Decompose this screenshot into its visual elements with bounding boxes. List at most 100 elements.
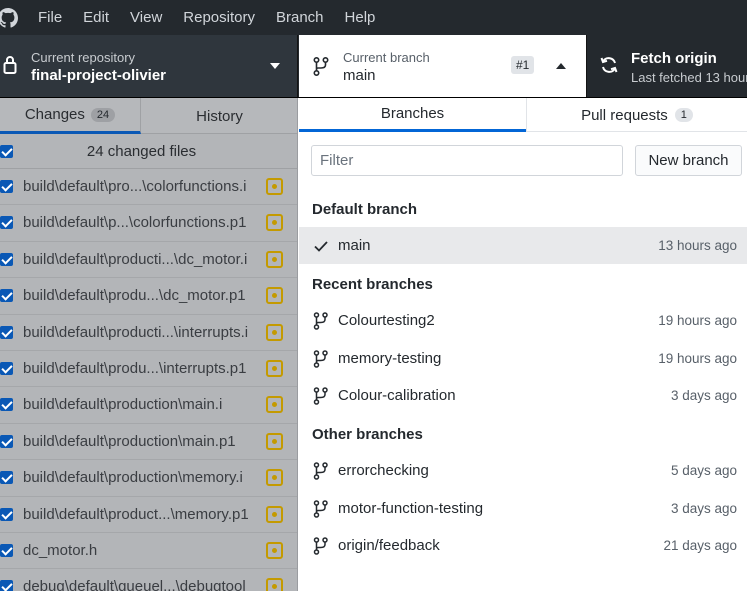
file-include-checkbox[interactable] bbox=[0, 289, 13, 303]
file-include-checkbox[interactable] bbox=[0, 580, 13, 591]
changed-file-row[interactable]: build\default\producti...\dc_motor.i bbox=[0, 242, 297, 279]
tab-branches[interactable]: Branches bbox=[299, 98, 526, 132]
changed-file-row[interactable]: build\default\produ...\dc_motor.p1 bbox=[0, 278, 297, 315]
file-modified-icon bbox=[266, 287, 283, 305]
menu-view[interactable]: View bbox=[130, 9, 162, 26]
fetch-origin-label: Fetch origin bbox=[631, 50, 717, 67]
pull-request-number-badge: #1 bbox=[511, 56, 535, 74]
tab-changes[interactable]: Changes 24 bbox=[0, 98, 141, 134]
current-branch-button[interactable]: Current branch main #1 bbox=[299, 35, 586, 97]
branch-name: Colourtesting2 bbox=[338, 312, 435, 329]
branch-name: origin/feedback bbox=[338, 537, 440, 554]
changed-file-row[interactable]: build\default\producti...\interrupts.i bbox=[0, 315, 297, 351]
changed-file-path: build\default\pro...\colorfunctions.i bbox=[23, 178, 247, 195]
branch-item[interactable]: memory-testing 19 hours ago bbox=[299, 340, 747, 377]
changed-file-row[interactable]: build\default\product...\memory.p1 bbox=[0, 497, 297, 533]
branch-name: Colour-calibration bbox=[338, 387, 456, 404]
branch-last-updated: 3 days ago bbox=[670, 500, 737, 516]
other-branches-heading: Other branches bbox=[312, 426, 423, 443]
changed-file-row[interactable]: build\default\pro...\colorfunctions.i bbox=[0, 169, 297, 206]
branch-item[interactable]: motor-function-testing 3 days ago bbox=[299, 490, 747, 527]
tab-history[interactable]: History bbox=[141, 98, 297, 134]
file-include-checkbox[interactable] bbox=[0, 398, 13, 412]
current-branch-label: Current branch bbox=[343, 50, 430, 65]
branch-name: errorchecking bbox=[338, 462, 429, 479]
file-modified-icon bbox=[266, 469, 283, 487]
last-fetched-text: Last fetched 13 hours ago bbox=[631, 70, 747, 85]
toolbar: Current repository final-project-olivier… bbox=[0, 35, 747, 98]
lock-icon bbox=[3, 56, 17, 74]
changed-files-list: build\default\pro...\colorfunctions.i bui… bbox=[0, 169, 297, 591]
git-branch-icon bbox=[313, 387, 328, 405]
changed-file-row[interactable]: debug\default\queuel...\debugtool bbox=[0, 569, 297, 591]
file-modified-icon bbox=[266, 323, 283, 341]
file-modified-icon bbox=[266, 359, 283, 377]
menu-edit[interactable]: Edit bbox=[83, 9, 109, 26]
menu-repository[interactable]: Repository bbox=[183, 9, 255, 26]
file-modified-icon bbox=[266, 432, 283, 450]
branch-last-updated: 5 days ago bbox=[670, 463, 737, 478]
git-branch-icon bbox=[313, 349, 328, 368]
file-include-checkbox[interactable] bbox=[0, 252, 13, 266]
branch-item[interactable]: origin/feedback 21 days ago bbox=[299, 527, 747, 564]
file-include-checkbox[interactable] bbox=[0, 507, 13, 521]
changed-file-path: build\default\producti...\interrupts.i bbox=[23, 323, 249, 341]
changes-pane-tabs: Changes 24 History bbox=[0, 98, 297, 134]
file-modified-icon bbox=[266, 578, 283, 591]
file-modified-icon bbox=[266, 214, 283, 232]
menu-branch[interactable]: Branch bbox=[276, 9, 324, 26]
file-include-checkbox[interactable] bbox=[0, 325, 13, 339]
changed-file-row[interactable]: build\default\produ...\interrupts.p1 bbox=[0, 351, 297, 388]
tab-branches-label: Branches bbox=[380, 105, 445, 122]
git-branch-icon bbox=[313, 499, 328, 518]
branch-last-updated: 21 days ago bbox=[663, 538, 737, 553]
file-include-checkbox[interactable] bbox=[0, 434, 13, 448]
pull-requests-count-badge: 1 bbox=[674, 108, 693, 122]
current-repository-value: final-project-olivier bbox=[31, 67, 167, 84]
file-modified-icon bbox=[266, 541, 283, 559]
tab-history-label: History bbox=[196, 107, 243, 125]
changes-pane: Changes 24 History 24 changed files buil… bbox=[0, 98, 298, 591]
changed-file-row[interactable]: build\default\production\memory.i bbox=[0, 460, 297, 497]
git-branch-icon bbox=[313, 537, 328, 555]
git-branch-icon bbox=[313, 57, 329, 76]
changed-file-path: build\default\producti...\dc_motor.i bbox=[23, 250, 248, 268]
changed-file-row[interactable]: dc_motor.h bbox=[0, 533, 297, 570]
branch-item-selected[interactable]: main 13 hours ago bbox=[299, 227, 747, 264]
branch-dropdown: Branches Pull requests 1 New branch Defa… bbox=[299, 98, 747, 591]
file-modified-icon bbox=[266, 505, 283, 523]
file-include-checkbox[interactable] bbox=[0, 216, 13, 230]
branch-last-updated: 13 hours ago bbox=[658, 238, 737, 253]
tab-pull-requests[interactable]: Pull requests 1 bbox=[526, 98, 747, 132]
current-repository-label: Current repository bbox=[31, 50, 136, 65]
branch-item[interactable]: errorchecking 5 days ago bbox=[299, 452, 747, 489]
branch-item[interactable]: Colour-calibration 3 days ago bbox=[299, 377, 747, 414]
default-branch-heading: Default branch bbox=[312, 201, 418, 218]
branch-dropdown-tabs: Branches Pull requests 1 bbox=[299, 98, 747, 132]
branch-item[interactable]: Colourtesting2 19 hours ago bbox=[299, 302, 747, 339]
changed-file-row[interactable]: build\default\production\main.p1 bbox=[0, 424, 297, 461]
menu-help[interactable]: Help bbox=[345, 9, 376, 26]
file-include-checkbox[interactable] bbox=[0, 180, 13, 193]
menu-bar: File Edit View Repository Branch Help bbox=[0, 0, 747, 35]
menu-file[interactable]: File bbox=[38, 9, 62, 26]
github-logo-icon bbox=[0, 7, 18, 28]
git-branch-icon bbox=[313, 462, 328, 480]
current-repository-button[interactable]: Current repository final-project-olivier bbox=[0, 35, 298, 97]
tab-pull-requests-label: Pull requests bbox=[581, 106, 668, 124]
file-include-checkbox[interactable] bbox=[0, 471, 13, 485]
branch-last-updated: 19 hours ago bbox=[658, 313, 737, 328]
branch-name: motor-function-testing bbox=[338, 499, 484, 517]
file-include-checkbox[interactable] bbox=[0, 543, 13, 557]
changed-file-row[interactable]: build\default\p...\colorfunctions.p1 bbox=[0, 205, 297, 242]
changed-file-path: build\default\p...\colorfunctions.p1 bbox=[23, 214, 247, 232]
new-branch-button[interactable]: New branch bbox=[635, 145, 742, 176]
changed-file-path: build\default\production\main.p1 bbox=[23, 432, 236, 450]
file-modified-icon bbox=[266, 178, 283, 195]
file-include-checkbox[interactable] bbox=[0, 361, 13, 375]
tab-changes-label: Changes bbox=[24, 106, 85, 123]
changed-file-row[interactable]: build\default\production\main.i bbox=[0, 387, 297, 424]
branch-filter-input[interactable] bbox=[311, 145, 623, 176]
fetch-origin-button[interactable]: Fetch origin Last fetched 13 hours ago bbox=[586, 35, 747, 97]
branch-last-updated: 3 days ago bbox=[670, 388, 737, 403]
